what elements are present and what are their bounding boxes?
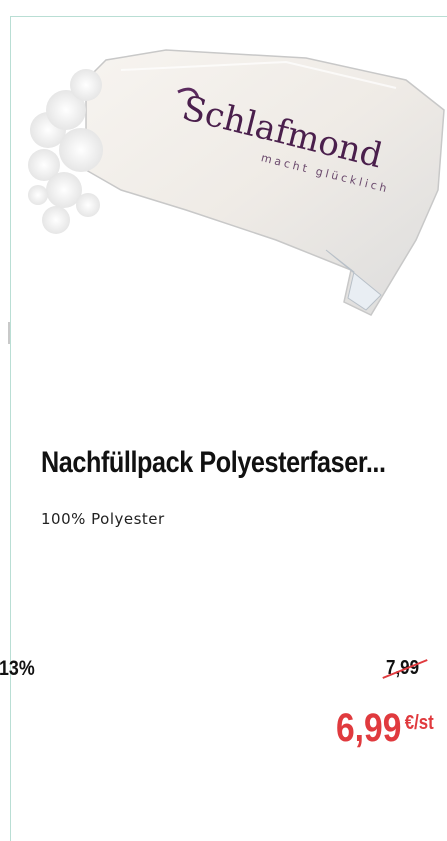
product-image[interactable]: Schlafmond macht glücklich — [26, 40, 447, 320]
product-title[interactable]: Nachfüllpack Polyesterfaser... — [41, 446, 386, 480]
card-divider-tick — [8, 322, 10, 344]
price-unit: €/st — [404, 712, 434, 734]
product-description: 100% Polyester — [41, 510, 165, 528]
fiber-tufts — [28, 69, 103, 234]
card-left-border — [10, 16, 11, 841]
card-top-border — [10, 16, 447, 17]
price-row: 6,99 €/st — [336, 706, 434, 751]
product-card[interactable]: Schlafmond macht glücklich Nachfüllpack … — [0, 0, 447, 841]
discount-badge: 13% — [0, 657, 35, 680]
current-price: 6,99 — [336, 706, 402, 750]
